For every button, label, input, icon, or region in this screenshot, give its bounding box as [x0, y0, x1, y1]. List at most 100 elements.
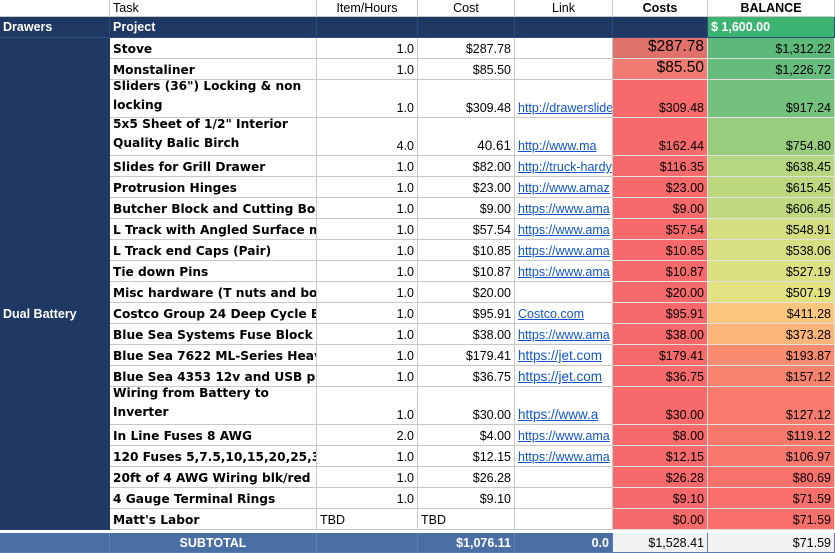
costs-cell[interactable]: $20.00: [613, 282, 708, 303]
starting-balance[interactable]: $ 1,600.00: [708, 17, 835, 38]
items-cell[interactable]: 1.0: [317, 177, 418, 198]
task-cell[interactable]: L Track end Caps (Pair): [110, 240, 317, 261]
section-cell[interactable]: [0, 509, 110, 530]
cost-cell[interactable]: $4.00: [418, 425, 515, 446]
task-cell[interactable]: Blue Sea Systems Fuse Block 12: [110, 324, 317, 345]
cost-cell[interactable]: $38.00: [418, 324, 515, 345]
task-cell[interactable]: Monstaliner: [110, 59, 317, 80]
cost-cell[interactable]: $57.54: [418, 219, 515, 240]
costs-cell[interactable]: $10.85: [613, 240, 708, 261]
section-cell[interactable]: [0, 425, 110, 446]
items-cell[interactable]: 1.0: [317, 324, 418, 345]
items-cell[interactable]: 2.0: [317, 425, 418, 446]
task-cell[interactable]: Protrusion Hinges: [110, 177, 317, 198]
task-cell[interactable]: In Line Fuses 8 AWG: [110, 425, 317, 446]
balance-cell[interactable]: $106.97: [708, 446, 835, 467]
link-cell[interactable]: http://truck-hardy: [515, 156, 613, 177]
section-cell[interactable]: [0, 38, 110, 59]
items-cell[interactable]: 1.0: [317, 488, 418, 509]
cost-cell[interactable]: $82.00: [418, 156, 515, 177]
section-cell[interactable]: [0, 282, 110, 303]
task-cell[interactable]: Costco Group 24 Deep Cycle Battery: [110, 303, 317, 324]
cost-cell[interactable]: $26.28: [418, 467, 515, 488]
section-cell[interactable]: [0, 198, 110, 219]
cost-cell[interactable]: $10.85: [418, 240, 515, 261]
items-cell[interactable]: 1.0: [317, 467, 418, 488]
task-cell[interactable]: Misc hardware (T nuts and bolts): [110, 282, 317, 303]
balance-cell[interactable]: $119.12: [708, 425, 835, 446]
task-cell[interactable]: Blue Sea 7622 ML-Series Heavy: [110, 345, 317, 366]
header-balance[interactable]: BALANCE: [708, 0, 835, 17]
balance-cell[interactable]: $71.59: [708, 509, 835, 530]
cost-cell[interactable]: $179.41: [418, 345, 515, 366]
link-cell[interactable]: https://www.ama: [515, 198, 613, 219]
header-cost[interactable]: Cost: [418, 0, 515, 17]
link-cell[interactable]: https://www.ama: [515, 240, 613, 261]
task-cell[interactable]: 20ft of 4 AWG Wiring blk/red: [110, 467, 317, 488]
items-cell[interactable]: 1.0: [317, 345, 418, 366]
cost-cell[interactable]: $95.91: [418, 303, 515, 324]
items-cell[interactable]: 1.0: [317, 387, 418, 425]
items-cell[interactable]: 1.0: [317, 59, 418, 80]
section-cell[interactable]: [0, 366, 110, 387]
task-cell[interactable]: Stove: [110, 38, 317, 59]
section-cell[interactable]: [0, 345, 110, 366]
cost-cell[interactable]: $12.15: [418, 446, 515, 467]
project-label[interactable]: Project: [110, 17, 317, 38]
costs-cell[interactable]: $36.75: [613, 366, 708, 387]
balance-cell[interactable]: $754.80: [708, 118, 835, 156]
cost-cell[interactable]: $9.00: [418, 198, 515, 219]
costs-cell[interactable]: $12.15: [613, 446, 708, 467]
section-cell[interactable]: [0, 177, 110, 198]
link-cell[interactable]: [515, 38, 613, 59]
header-task[interactable]: Task: [110, 0, 317, 17]
section-cell[interactable]: [0, 261, 110, 282]
cost-cell[interactable]: 40.61: [418, 118, 515, 156]
items-cell[interactable]: 1.0: [317, 303, 418, 324]
task-cell[interactable]: Slides for Grill Drawer: [110, 156, 317, 177]
cost-cell[interactable]: $309.48: [418, 80, 515, 118]
header-costs[interactable]: Costs: [613, 0, 708, 17]
project-costs-cell[interactable]: [613, 17, 708, 38]
header-section-cell[interactable]: [0, 0, 110, 17]
link-cell[interactable]: https://www.ama: [515, 219, 613, 240]
subtotal-items-cell[interactable]: [317, 533, 418, 553]
subtotal-balance[interactable]: $71.59: [708, 533, 835, 553]
section-cell[interactable]: [0, 240, 110, 261]
cost-cell[interactable]: $20.00: [418, 282, 515, 303]
link-cell[interactable]: https://www.ama: [515, 324, 613, 345]
task-cell[interactable]: 120 Fuses 5,7.5,10,15,20,25,30: [110, 446, 317, 467]
section-cell[interactable]: [0, 387, 110, 425]
project-cost-cell[interactable]: [418, 17, 515, 38]
items-cell[interactable]: TBD: [317, 509, 418, 530]
balance-cell[interactable]: $917.24: [708, 80, 835, 118]
items-cell[interactable]: 1.0: [317, 219, 418, 240]
subtotal-section-cell[interactable]: [0, 533, 110, 553]
items-cell[interactable]: 1.0: [317, 366, 418, 387]
costs-cell[interactable]: $30.00: [613, 387, 708, 425]
items-cell[interactable]: 1.0: [317, 198, 418, 219]
balance-cell[interactable]: $548.91: [708, 219, 835, 240]
costs-cell[interactable]: $287.78: [613, 38, 708, 59]
balance-cell[interactable]: $638.45: [708, 156, 835, 177]
costs-cell[interactable]: $116.35: [613, 156, 708, 177]
costs-cell[interactable]: $9.10: [613, 488, 708, 509]
costs-cell[interactable]: $162.44: [613, 118, 708, 156]
task-cell[interactable]: Wiring from Battery to Inverter: [110, 387, 317, 425]
cost-cell[interactable]: TBD: [418, 509, 515, 530]
link-cell[interactable]: [515, 467, 613, 488]
link-cell[interactable]: https://www.ama: [515, 261, 613, 282]
cost-cell[interactable]: $287.78: [418, 38, 515, 59]
costs-cell[interactable]: $8.00: [613, 425, 708, 446]
link-cell[interactable]: http://www.amaz: [515, 177, 613, 198]
subtotal-costs[interactable]: $1,528.41: [613, 533, 708, 553]
project-link-cell[interactable]: [515, 17, 613, 38]
task-cell[interactable]: L Track with Angled Surface mount: [110, 219, 317, 240]
balance-cell[interactable]: $411.28: [708, 303, 835, 324]
section-cell[interactable]: [0, 118, 110, 156]
section-cell[interactable]: [0, 324, 110, 345]
cost-cell[interactable]: $85.50: [418, 59, 515, 80]
items-cell[interactable]: 1.0: [317, 261, 418, 282]
link-cell[interactable]: [515, 488, 613, 509]
items-cell[interactable]: 1.0: [317, 282, 418, 303]
